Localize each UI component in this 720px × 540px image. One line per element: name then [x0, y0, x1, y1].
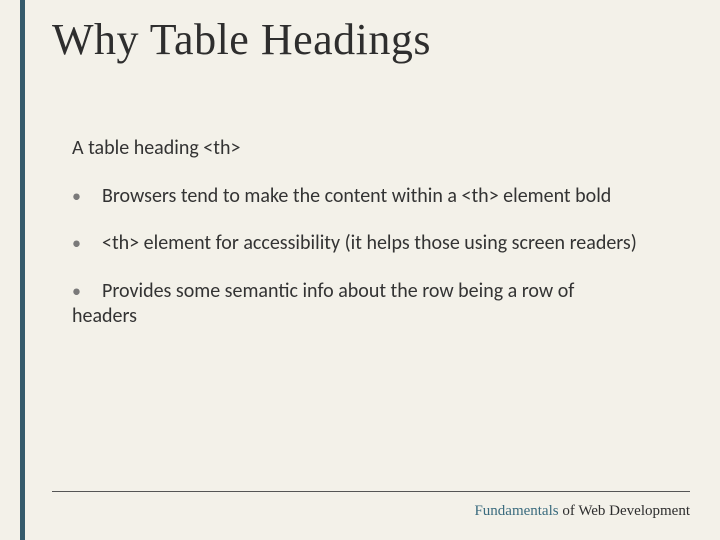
footer-rest: of Web Development: [559, 503, 690, 519]
footer: Fundamentals of Web Development: [474, 503, 690, 520]
slide-title: Why Table Headings: [52, 14, 431, 65]
bullet-item: • Browsers tend to make the content withi…: [72, 184, 642, 210]
bullet-icon: •: [72, 185, 86, 208]
bullet-item: • <th> element for accessibility (it help…: [72, 231, 642, 257]
slide-body: A table heading <th> • Browsers tend to m…: [72, 136, 642, 352]
footer-rule: [52, 491, 690, 492]
bullet-icon: •: [72, 232, 86, 255]
bullet-icon: •: [72, 280, 86, 303]
accent-bar: [20, 0, 25, 540]
slide: Why Table Headings A table heading <th> …: [0, 0, 720, 540]
bullet-text: <th> element for accessibility (it helps…: [102, 231, 637, 255]
bullet-text: Provides some semantic info about the ro…: [72, 279, 574, 329]
footer-accent: Fundamentals: [474, 503, 558, 519]
intro-text: A table heading <th>: [72, 136, 642, 162]
bullet-text: Browsers tend to make the content within…: [102, 184, 611, 208]
bullet-item: •Provides some semantic info about the r…: [72, 279, 642, 330]
